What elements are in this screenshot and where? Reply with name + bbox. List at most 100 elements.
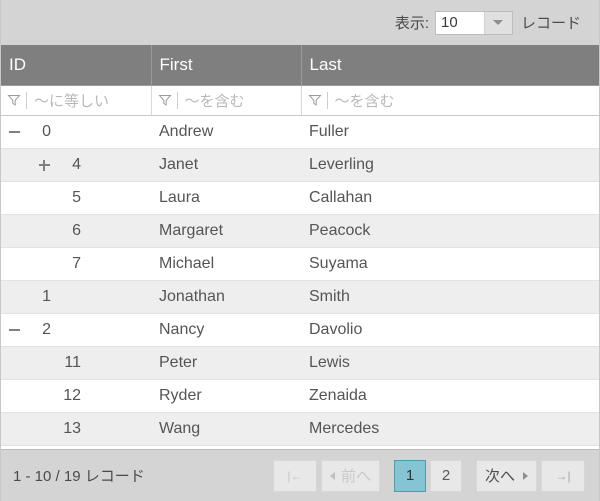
tree-toggle-placeholder — [37, 256, 53, 272]
cell-id: 11 — [1, 346, 151, 380]
cell-id-value: 11 — [64, 353, 81, 371]
filter-input-first[interactable]: 〜を含む — [185, 90, 245, 111]
cell-id-value: 7 — [72, 254, 81, 272]
cell-first: Janet — [151, 148, 301, 182]
cell-first: Michael — [151, 247, 301, 281]
cell-last: Peacock — [301, 214, 599, 248]
filter-cell-first[interactable]: 〜を含む — [151, 85, 302, 116]
table-row[interactable]: 1 Jonathan Smith — [1, 280, 599, 314]
pager-prev-button[interactable]: 前へ — [320, 459, 380, 492]
pager-next-button[interactable]: 次へ — [475, 459, 537, 492]
filter-input-id[interactable]: 〜に等しい — [34, 90, 109, 111]
pager-record-info: 1 - 10 / 19 レコード — [13, 468, 145, 485]
tree-expand-icon[interactable] — [37, 157, 53, 173]
pager-page-1[interactable]: 1 — [393, 459, 426, 492]
column-header-first[interactable]: First — [151, 45, 302, 86]
cell-last: Fuller — [301, 115, 599, 149]
cell-first: Peter — [151, 346, 301, 380]
filter-funnel-icon[interactable] — [307, 93, 322, 107]
cell-id: 5 — [1, 181, 151, 215]
filter-separator — [326, 91, 328, 109]
page-size-input[interactable] — [435, 11, 484, 34]
filter-separator — [176, 91, 178, 109]
cell-first: Andrew — [151, 115, 301, 149]
cell-last: Mercedes — [301, 412, 599, 446]
grid-body: 0 Andrew Fuller 4 Janet Leverling 5 Laura Callah… — [1, 115, 599, 446]
table-row[interactable]: 2 Nancy Davolio — [1, 313, 599, 347]
cell-id: 6 — [1, 214, 151, 248]
pager-next-label: 次へ — [484, 468, 515, 485]
column-header-id[interactable]: ID — [1, 45, 152, 86]
grid-head: ID First Last 〜に等しい 〜を含む 〜を含む — [1, 45, 599, 116]
page-size-label-suffix: レコード — [520, 15, 581, 32]
filter-funnel-icon[interactable] — [7, 93, 21, 107]
filter-input-last[interactable]: 〜を含む — [335, 90, 395, 111]
grid-table: ID First Last 〜に等しい 〜を含む 〜を含む 0 Andrew F… — [1, 45, 599, 446]
first-page-icon: |← — [287, 468, 303, 483]
cell-last: Leverling — [301, 148, 599, 182]
table-row[interactable]: 11 Peter Lewis — [1, 346, 599, 380]
cell-id: 1 — [1, 280, 151, 314]
cell-first: Wang — [151, 412, 301, 446]
grid-toolbar: 表示: レコード — [1, 0, 599, 45]
last-page-icon: →| — [555, 468, 571, 483]
cell-last: Callahan — [301, 181, 599, 215]
tree-toggle-placeholder — [37, 421, 53, 437]
cell-last: Lewis — [301, 346, 599, 380]
cell-last: Zenaida — [301, 379, 599, 413]
table-row[interactable]: 4 Janet Leverling — [1, 148, 599, 182]
tree-toggle-placeholder — [37, 355, 53, 371]
page-size-combobox[interactable] — [434, 10, 513, 35]
chevron-right-icon — [523, 471, 528, 480]
pager-last-button[interactable]: →| — [541, 459, 585, 492]
table-row[interactable]: 13 Wang Mercedes — [1, 412, 599, 446]
column-header-row: ID First Last — [1, 45, 599, 86]
cell-last: Smith — [301, 280, 599, 314]
table-row[interactable]: 12 Ryder Zenaida — [1, 379, 599, 413]
filter-funnel-icon[interactable] — [157, 93, 172, 107]
tree-toggle-placeholder — [37, 190, 53, 206]
treegrid-widget: 表示: レコード ID First Last — [0, 0, 600, 501]
pager-first-button[interactable]: |← — [272, 459, 317, 492]
cell-last: Davolio — [301, 313, 599, 347]
cell-id-value: 0 — [42, 122, 51, 140]
cell-id-value: 5 — [72, 188, 81, 206]
tree-collapse-icon[interactable] — [7, 124, 23, 140]
tree-collapse-icon[interactable] — [7, 322, 23, 338]
page-size-label-prefix: 表示: — [394, 15, 429, 32]
cell-first: Ryder — [151, 379, 301, 413]
cell-first: Margaret — [151, 214, 301, 248]
tree-toggle-placeholder — [37, 223, 53, 239]
chevron-down-icon — [493, 20, 504, 25]
cell-id-value: 4 — [72, 155, 81, 173]
table-row[interactable]: 7 Michael Suyama — [1, 247, 599, 281]
cell-id-value: 12 — [63, 386, 81, 404]
cell-id: 4 — [1, 148, 151, 182]
cell-id: 12 — [1, 379, 151, 413]
cell-first: Jonathan — [151, 280, 301, 314]
filter-cell-last[interactable]: 〜を含む — [301, 85, 599, 116]
cell-last: Suyama — [301, 247, 599, 281]
column-filter-row: 〜に等しい 〜を含む 〜を含む — [1, 85, 599, 116]
filter-separator — [26, 91, 27, 109]
cell-first: Laura — [151, 181, 301, 215]
cell-id: 2 — [1, 313, 151, 347]
tree-toggle-placeholder — [37, 388, 53, 404]
filter-cell-id[interactable]: 〜に等しい — [1, 85, 152, 116]
column-header-last[interactable]: Last — [301, 45, 599, 86]
table-row[interactable]: 0 Andrew Fuller — [1, 115, 599, 149]
cell-id-value: 13 — [63, 419, 81, 437]
cell-id-value: 6 — [72, 221, 81, 239]
table-row[interactable]: 6 Margaret Peacock — [1, 214, 599, 248]
cell-id-value: 2 — [42, 320, 51, 338]
cell-id: 7 — [1, 247, 151, 281]
pager-buttons: |← 前へ 1 2 次へ →| — [272, 459, 589, 492]
chevron-left-icon — [329, 471, 335, 480]
pager-prev-label: 前へ — [340, 468, 371, 485]
grid-pager: 1 - 10 / 19 レコード |← 前へ 1 2 次へ →| — [1, 449, 599, 501]
table-row[interactable]: 5 Laura Callahan — [1, 181, 599, 215]
pager-page-2[interactable]: 2 — [429, 459, 462, 492]
pager-page-1-label: 1 — [405, 467, 415, 484]
page-size-dropdown-button[interactable] — [483, 11, 512, 34]
cell-id-value: 1 — [42, 287, 51, 305]
